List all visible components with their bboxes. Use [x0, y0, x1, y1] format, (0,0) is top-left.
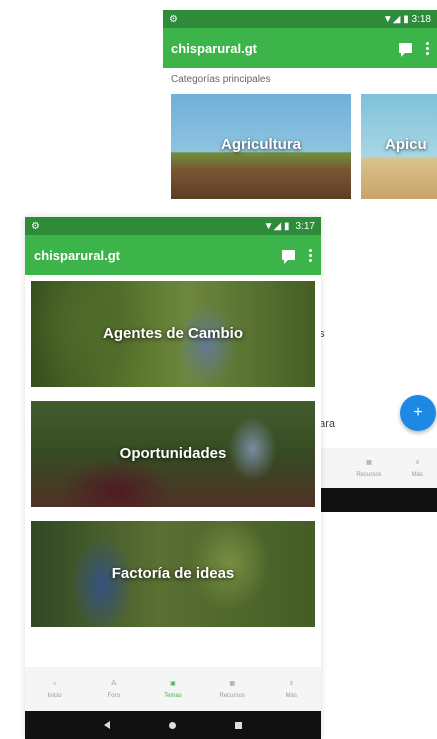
menu-icon: ≡: [289, 681, 294, 687]
status-time: 3:17: [295, 220, 315, 232]
bottom-navigation: ⌂ Inicio ⁂ Foro ▣ Temas ▦ Recursos ≡ Más: [25, 667, 321, 711]
settings-status-icon: ⚙: [169, 13, 178, 25]
book-icon: ▦: [229, 681, 235, 687]
recent-apps-icon[interactable]: [234, 721, 242, 729]
topics-icon: ▣: [170, 681, 176, 687]
settings-status-icon: ⚙: [31, 220, 40, 232]
category-label: Agricultura: [220, 136, 301, 153]
category-label: Apicu: [385, 136, 427, 153]
nav-label: Recursos: [219, 693, 245, 699]
more-options-icon[interactable]: [426, 41, 429, 55]
topics-list: Agentes de Cambio Oportunidades Factoría…: [25, 275, 321, 627]
system-nav-bar: [25, 711, 321, 739]
topic-label: Agentes de Cambio: [102, 325, 244, 342]
topic-card-oportunidades[interactable]: Oportunidades: [31, 401, 315, 507]
nav-item-mas[interactable]: ≡ Más: [412, 458, 423, 478]
nav-label: Temas: [164, 693, 182, 699]
status-bar: ⚙ ▼◢ ▮ 3:17: [25, 217, 321, 235]
front-phone-screen: ⚙ ▼◢ ▮ 3:17 chisparural.gt Agentes de Ca…: [25, 217, 321, 739]
topic-card-agentes-de-cambio[interactable]: Agentes de Cambio: [31, 281, 315, 387]
nav-item-recursos[interactable]: ▦ Recursos: [207, 679, 257, 699]
add-fab-button[interactable]: +: [400, 395, 436, 431]
home-icon: ⌂: [52, 681, 57, 687]
book-icon: ▦: [366, 460, 372, 466]
status-bar: ⚙ ▼◢ ▮ 3:18: [163, 10, 437, 28]
app-bar: chisparural.gt: [163, 28, 437, 68]
status-right: ▼◢ ▮ 3:17: [263, 220, 315, 232]
nav-item-recursos[interactable]: ▦ Recursos: [356, 458, 381, 478]
chat-icon[interactable]: [282, 250, 295, 264]
nav-item-inicio[interactable]: ⌂ Inicio: [30, 679, 80, 699]
section-title: Categorías principales: [171, 74, 271, 85]
chat-icon[interactable]: [399, 43, 412, 57]
home-circle-icon[interactable]: [168, 721, 176, 729]
topic-card-factoria-de-ideas[interactable]: Factoría de ideas: [31, 521, 315, 627]
people-icon: ⁂: [110, 681, 117, 687]
nav-item-temas[interactable]: ▣ Temas: [148, 679, 198, 699]
category-card-agricultura[interactable]: Agricultura: [171, 94, 351, 199]
category-carousel: Agricultura Apicu: [163, 94, 437, 199]
nav-item-foro[interactable]: ⁂ Foro: [89, 679, 139, 699]
nav-label: Foro: [107, 693, 120, 699]
app-bar: chisparural.gt: [25, 235, 321, 275]
nav-label: Recursos: [356, 472, 382, 478]
status-time: ▼◢ ▮ 3:18: [382, 13, 431, 25]
topic-label: Oportunidades: [119, 445, 227, 462]
nav-item-mas[interactable]: ≡ Más: [266, 679, 316, 699]
back-icon[interactable]: [104, 721, 111, 729]
category-card-apicultura[interactable]: Apicu: [361, 94, 437, 199]
nav-label: Inicio: [47, 693, 62, 699]
app-title: chisparural.gt: [34, 247, 120, 263]
nav-label: Más: [285, 693, 298, 699]
nav-label: Más: [411, 472, 423, 478]
menu-icon: ≡: [415, 460, 420, 466]
more-options-icon[interactable]: [309, 248, 312, 262]
app-title: chisparural.gt: [171, 40, 257, 56]
topic-label: Factoría de ideas: [111, 565, 235, 582]
